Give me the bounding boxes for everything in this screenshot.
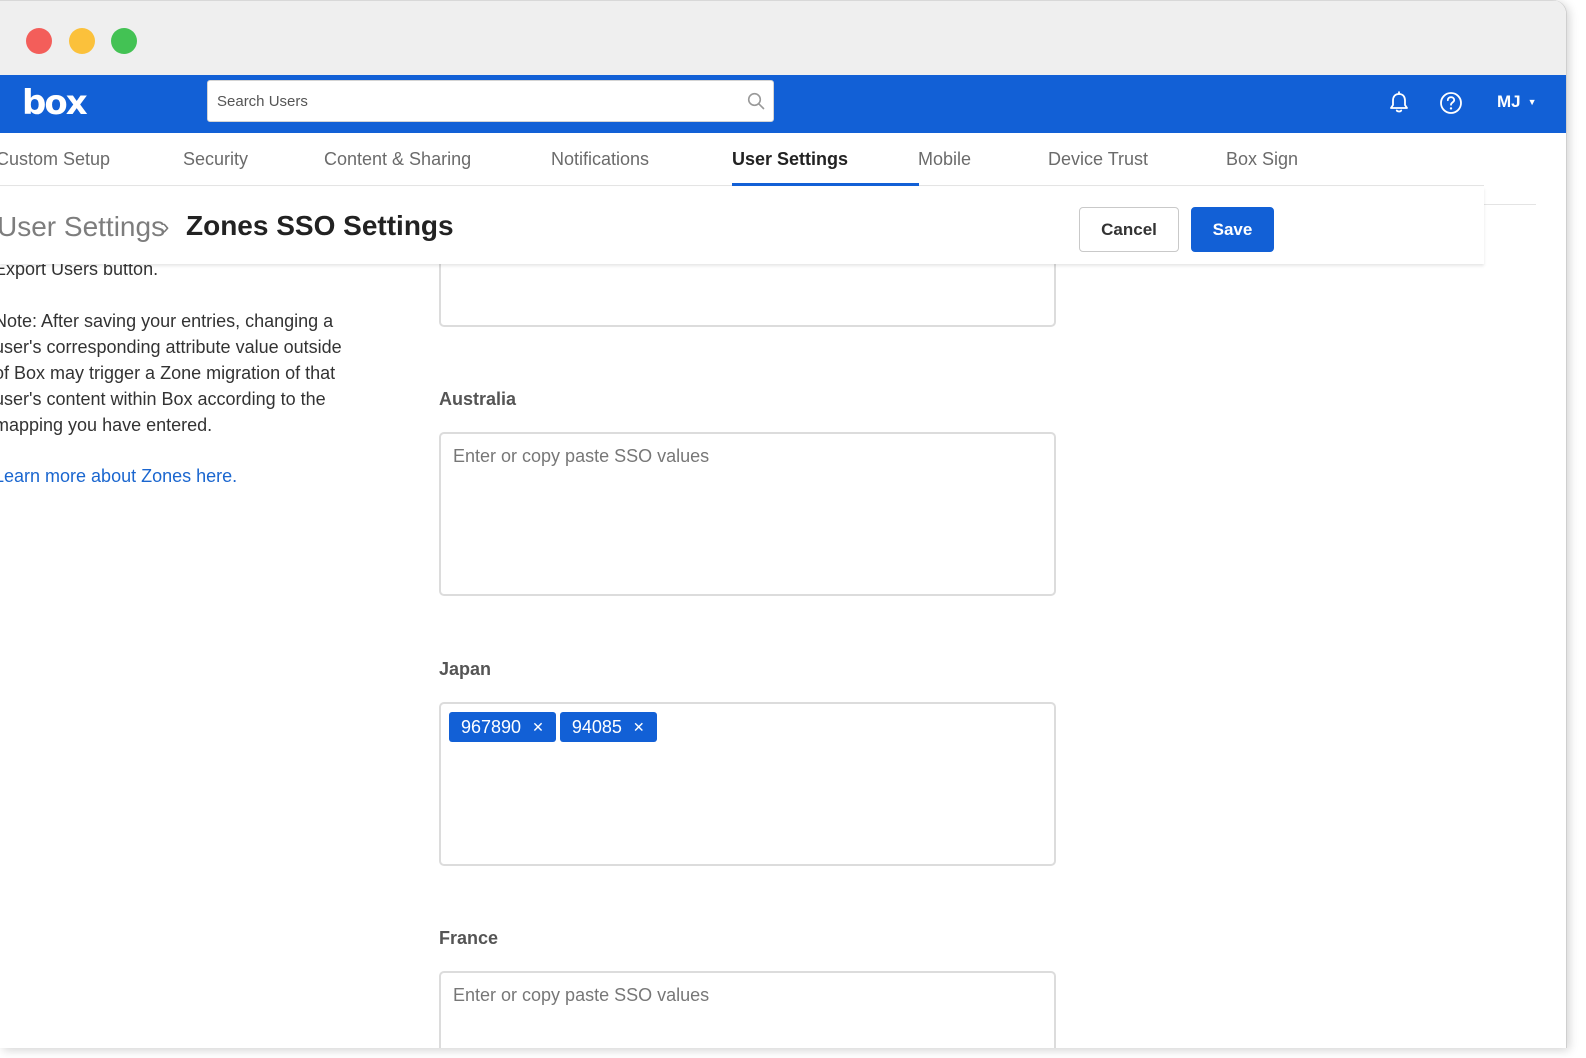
australia-sso-input[interactable] <box>441 434 1054 594</box>
chevron-down-icon: ▼ <box>1527 97 1537 107</box>
tab-custom-setup[interactable]: Custom Setup <box>0 133 110 186</box>
user-initials: MJ <box>1497 92 1521 111</box>
divider <box>1484 204 1536 205</box>
sso-value-tags: 967890 ✕ 94085 ✕ <box>449 712 657 742</box>
tab-mobile[interactable]: Mobile <box>918 133 971 186</box>
app-header: box MJ ▼ <box>0 75 1566 133</box>
window-titlebar <box>0 0 1566 75</box>
sso-value-tag: 94085 ✕ <box>559 712 657 742</box>
note-line: user's corresponding attribute value out… <box>0 337 342 357</box>
help-icon[interactable] <box>1438 90 1464 116</box>
settings-content: Export Users button. Note: After saving … <box>0 244 1484 1048</box>
tab-device-trust[interactable]: Device Trust <box>1048 133 1148 186</box>
save-button[interactable]: Save <box>1191 207 1274 252</box>
search-box <box>207 80 774 122</box>
bell-icon[interactable] <box>1386 90 1412 116</box>
tag-label: 94085 <box>571 716 622 737</box>
field-label-japan: Japan <box>439 659 492 679</box>
field-label-australia: Australia <box>439 389 517 409</box>
sso-values-field-japan[interactable]: 967890 ✕ 94085 ✕ <box>439 702 1056 866</box>
sso-value-tag: 967890 ✕ <box>449 712 556 742</box>
sso-values-field-australia[interactable] <box>439 432 1056 596</box>
tag-label: 967890 <box>461 716 522 737</box>
minimize-window-button[interactable] <box>69 28 95 54</box>
note-line: mapping you have entered. <box>0 415 213 435</box>
user-menu[interactable]: MJ ▼ <box>1497 92 1537 112</box>
tab-box-sign[interactable]: Box Sign <box>1226 133 1298 186</box>
france-sso-input[interactable] <box>441 973 1054 1048</box>
search-icon[interactable] <box>747 92 765 110</box>
active-tab-indicator <box>732 183 919 186</box>
close-window-button[interactable] <box>26 28 52 54</box>
search-users-input[interactable] <box>208 81 728 121</box>
remove-tag-icon[interactable]: ✕ <box>532 719 544 736</box>
maximize-window-button[interactable] <box>111 28 137 54</box>
sso-values-field-france[interactable] <box>439 971 1056 1048</box>
browser-window: box MJ ▼ Custom Setup Security Content &… <box>0 0 1566 1048</box>
page-title: Zones SSO Settings <box>186 210 454 241</box>
tab-content-sharing[interactable]: Content & Sharing <box>324 133 471 186</box>
box-logo[interactable]: box <box>22 83 88 123</box>
cancel-button[interactable]: Cancel <box>1079 207 1179 252</box>
field-label-france: France <box>439 928 499 948</box>
tab-notifications[interactable]: Notifications <box>551 133 649 186</box>
learn-more-zones-link[interactable]: Learn more about Zones here. <box>0 466 237 487</box>
note-line: user's content within Box according to t… <box>0 389 326 409</box>
breadcrumb-parent[interactable]: User Settings <box>0 211 165 243</box>
page-header: User Settings › Zones SSO Settings Cance… <box>0 187 1484 264</box>
tab-security[interactable]: Security <box>183 133 248 186</box>
note-line: of Box may trigger a Zone migration of t… <box>0 363 336 383</box>
tab-user-settings[interactable]: User Settings <box>732 133 848 186</box>
note-line: Note: After saving your entries, changin… <box>0 311 334 331</box>
settings-tabs: Custom Setup Security Content & Sharing … <box>0 133 1484 186</box>
breadcrumb-chevron-icon: › <box>162 214 170 239</box>
remove-tag-icon[interactable]: ✕ <box>633 719 645 736</box>
